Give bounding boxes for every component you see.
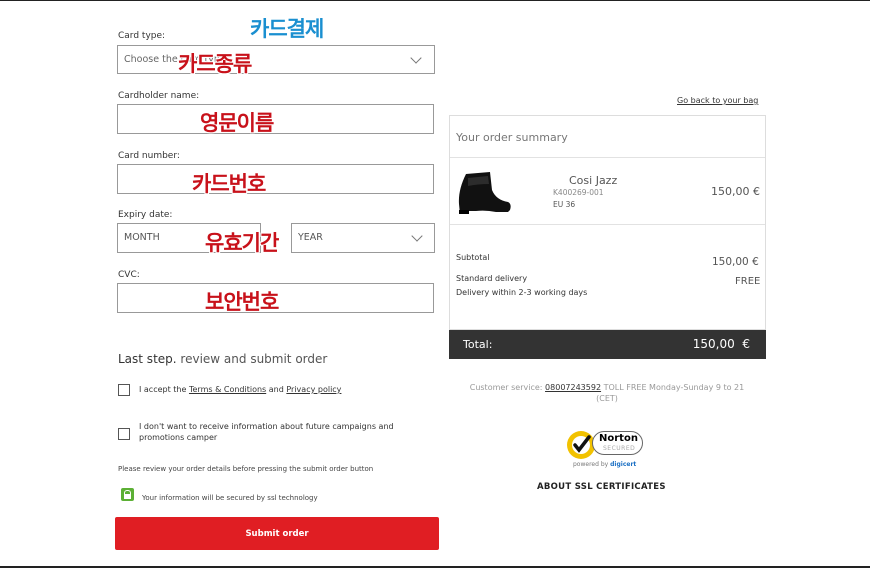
accept-prefix: I accept the [139,385,187,394]
last-step-rest: review and submit order [180,352,328,366]
divider [450,224,765,225]
last-step-heading: Last step. review and submit order [118,352,327,366]
and-text: and [268,385,284,394]
review-note: Please review your order details before … [118,465,374,473]
norton-pill: Norton SECURED [592,431,643,455]
powered-by-text: powered by [573,461,609,468]
card-number-input[interactable] [117,164,434,194]
delivery-note: Delivery within 2-3 working days [456,288,588,297]
total-bar: Total: 150,00 € [449,330,766,359]
norton-brand: Norton [599,433,638,444]
order-summary-panel [449,115,766,330]
card-type-label: Card type: [118,31,166,41]
back-to-bag-link[interactable]: Go back to your bag [677,96,758,105]
digicert-logo: digicert [610,461,637,468]
lock-icon [121,488,134,501]
service-hours: TOLL FREE Monday-Sunday 9 to 21 [603,383,745,392]
submit-order-button[interactable]: Submit order [115,517,439,550]
last-step-bold: Last step. [118,352,177,366]
annotation-cvc: 보안번호 [205,290,279,314]
order-summary-title: Your order summary [456,131,568,144]
annotation-card-number: 카드번호 [192,172,266,196]
service-phone-link[interactable]: 08007243592 [545,383,601,392]
no-info-checkbox[interactable] [118,428,130,440]
accept-terms-text: I accept the Terms & Conditions and Priv… [139,385,341,394]
subtotal-value: 150,00 € [712,256,759,268]
submit-order-label: Submit order [245,528,309,539]
service-timezone: (CET) [596,394,618,403]
year-placeholder: YEAR [298,232,323,243]
chevron-down-icon [410,52,422,64]
terms-link[interactable]: Terms & Conditions [189,385,266,394]
product-size: EU 36 [553,200,576,209]
ssl-note: Your information will be secured by ssl … [142,494,318,502]
annotation-card-type: 카드종류 [178,52,252,76]
total-value: 150,00 € [692,337,750,351]
total-label: Total: [463,338,493,351]
chevron-down-icon [411,230,423,242]
annotation-expiry: 유효기간 [205,231,279,255]
service-prefix: Customer service: [469,383,543,392]
cardholder-input[interactable] [117,104,434,134]
card-type-select[interactable]: Choose the card type [117,45,435,74]
delivery-label: Standard delivery [456,274,528,283]
cvc-label: CVC: [118,270,140,280]
annotation-card-payment: 카드결제 [250,17,324,41]
subtotal-label: Subtotal [456,253,490,262]
no-info-text: I don't want to receive information abou… [139,422,394,442]
divider [450,157,765,158]
product-image [458,172,511,214]
expiry-label: Expiry date: [118,210,173,220]
product-sku: K400269-001 [553,188,604,197]
expiry-year-select[interactable]: YEAR [291,223,435,253]
top-border [0,0,870,1]
product-name: Cosi Jazz [569,174,618,187]
norton-secured-text: SECURED [603,445,636,452]
month-placeholder: MONTH [124,232,160,243]
product-price: 150,00 € [711,185,760,198]
norton-powered: powered by digicert [573,461,636,468]
cardholder-label: Cardholder name: [118,91,200,101]
norton-secured-badge[interactable]: Norton SECURED powered by digicert [565,428,645,472]
delivery-value: FREE [735,276,761,287]
accept-terms-checkbox[interactable] [118,384,130,396]
privacy-link[interactable]: Privacy policy [286,385,341,394]
card-number-label: Card number: [118,151,180,161]
customer-service: Customer service: 08007243592 TOLL FREE … [452,382,762,404]
about-ssl-link[interactable]: ABOUT SSL CERTIFICATES [537,482,666,492]
annotation-holder-name: 영문이름 [200,111,274,135]
